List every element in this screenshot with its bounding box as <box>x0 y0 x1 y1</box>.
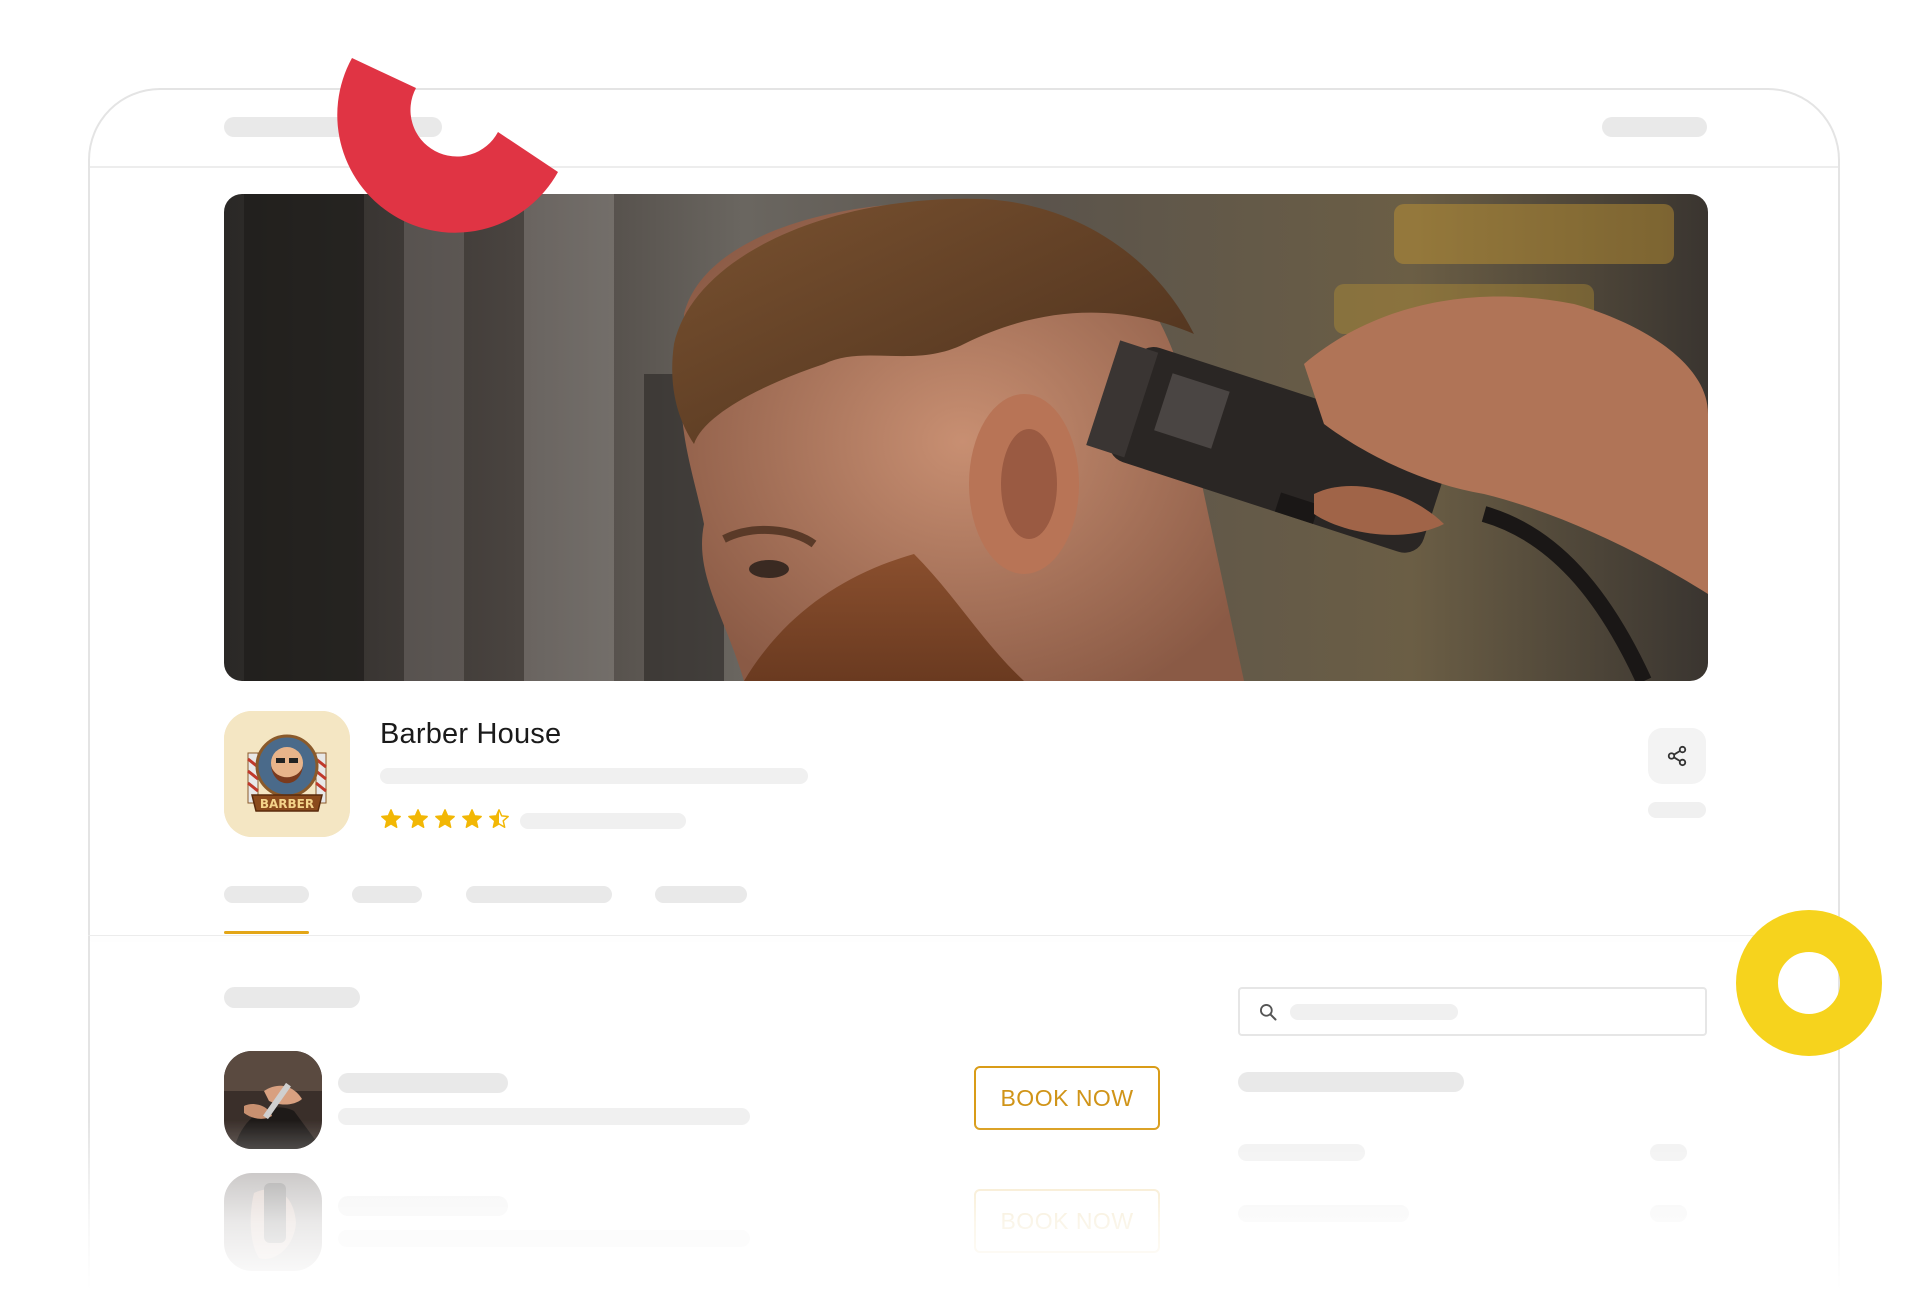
sidebar-row-value-placeholder <box>1650 1144 1687 1161</box>
active-tab-indicator <box>224 931 309 934</box>
tab-4[interactable] <box>655 886 747 903</box>
svg-text:BARBER: BARBER <box>260 797 314 811</box>
sidebar-heading-placeholder <box>1238 1072 1464 1092</box>
service-detail-placeholder <box>338 1108 750 1125</box>
search-placeholder-bar <box>1290 1004 1458 1020</box>
tab-1[interactable] <box>224 886 309 903</box>
service-thumbnail <box>224 1173 322 1271</box>
sidebar-row-label-placeholder <box>1238 1205 1409 1222</box>
share-button[interactable] <box>1648 728 1706 784</box>
decorative-red-arc <box>337 58 558 233</box>
business-name: Barber House <box>380 718 562 750</box>
sidebar-row-label-placeholder <box>1238 1144 1365 1161</box>
service-name-placeholder <box>338 1073 508 1093</box>
service-detail-placeholder <box>338 1230 750 1247</box>
star-icon <box>489 809 509 828</box>
subtitle-placeholder <box>380 768 808 784</box>
hero-image <box>224 194 1708 681</box>
star-icon <box>462 809 482 828</box>
stage: BARBER Barber House BOOK NOW BOOK NOW <box>0 0 1920 1291</box>
sidebar-row-value-placeholder <box>1650 1205 1687 1222</box>
tab-2[interactable] <box>352 886 422 903</box>
star-icon <box>435 809 455 828</box>
service-name-placeholder <box>338 1196 508 1216</box>
rating-stars <box>380 808 510 830</box>
rating-count-placeholder <box>520 813 686 829</box>
star-icon <box>381 809 401 828</box>
book-now-button[interactable]: BOOK NOW <box>974 1066 1160 1130</box>
search-input[interactable] <box>1238 987 1707 1036</box>
book-now-button[interactable]: BOOK NOW <box>974 1189 1160 1253</box>
tab-3[interactable] <box>466 886 612 903</box>
decorative-yellow-ring <box>1736 910 1882 1056</box>
section-title-placeholder <box>224 987 360 1008</box>
content-divider <box>88 935 1840 936</box>
star-icon <box>408 809 428 828</box>
share-icon <box>1667 745 1687 767</box>
topbar-placeholder-right <box>1602 117 1707 137</box>
search-icon <box>1260 1004 1277 1021</box>
share-caption-placeholder <box>1648 802 1706 818</box>
service-thumbnail <box>224 1051 322 1149</box>
business-logo: BARBER <box>224 711 350 837</box>
